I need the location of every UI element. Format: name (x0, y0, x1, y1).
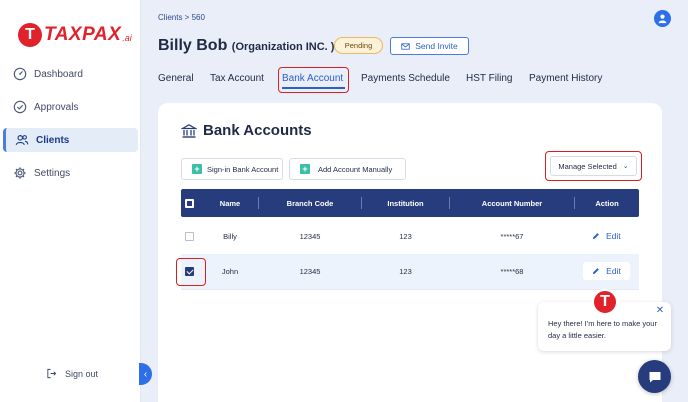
cell-name: John (221, 267, 239, 276)
cell-institution: 123 (399, 267, 412, 276)
manage-selected-label: Manage Selected (558, 161, 617, 171)
select-all-checkbox[interactable] (185, 199, 194, 208)
column-header-branch-code: Branch Code (286, 198, 334, 208)
status-badge: Pending (334, 37, 383, 54)
plus-icon: + (300, 164, 310, 174)
dashboard-gauge-icon (13, 67, 27, 81)
cell-account-number: *****67 (500, 232, 524, 241)
column-header-institution: Institution (387, 198, 424, 208)
sign-out-icon (47, 368, 57, 379)
sign-out-label: Sign out (65, 368, 99, 379)
breadcrumb[interactable]: Clients > 560 (158, 13, 205, 22)
edit-button[interactable]: Edit (583, 262, 630, 280)
sidebar-item-label: Settings (34, 167, 71, 179)
sidebar-item-settings[interactable]: Settings (3, 161, 138, 185)
client-name: Billy Bob (158, 37, 228, 54)
plus-icon: + (192, 164, 202, 174)
logo-text: TAXPAX (44, 24, 122, 45)
sign-in-bank-account-button[interactable]: + Sign-in Bank Account (181, 158, 283, 180)
user-avatar-button[interactable] (654, 10, 671, 27)
tab-tax-account[interactable]: Tax Account (210, 72, 264, 86)
users-icon (15, 135, 29, 145)
edit-button[interactable]: Edit (592, 231, 621, 241)
sidebar-item-label: Approvals (34, 101, 79, 113)
edit-label: Edit (606, 231, 621, 241)
organization-name: (Organization INC. ) (231, 41, 335, 53)
section-title: Bank Accounts (181, 122, 312, 139)
cell-branch-code: 12345 (299, 232, 321, 241)
taxpax-logo[interactable]: T TAXPAX .ai (18, 23, 132, 47)
user-icon (658, 14, 667, 24)
send-invite-label: Send Invite (415, 41, 458, 51)
column-header-action: Action (595, 198, 619, 208)
row-checkbox[interactable] (185, 232, 194, 241)
checkbox-highlight-annotation (176, 258, 206, 286)
envelope-icon (401, 42, 410, 50)
chat-avatar: T (592, 289, 618, 315)
chat-message: Hey there! I'm here to make your day a l… (548, 319, 657, 340)
bank-icon (181, 123, 197, 138)
chat-icon (649, 371, 660, 382)
page-title: Billy Bob (Organization INC. ) (158, 37, 334, 55)
section-title-text: Bank Accounts (203, 122, 312, 139)
chevron-left-icon: ‹ (143, 368, 148, 380)
row-divider (181, 289, 639, 290)
sign-out-button[interactable]: Sign out (46, 368, 98, 379)
pencil-icon (593, 268, 600, 274)
add-account-manually-label: Add Account Manually (318, 164, 393, 174)
sidebar-collapse-button[interactable]: ‹ (139, 363, 152, 385)
sidebar-nav: Dashboard Approvals Clients Settings (0, 62, 141, 194)
table-row: John 12345 123 *****68 (181, 254, 639, 289)
tab-general[interactable]: General (158, 72, 194, 86)
sidebar-item-label: Dashboard (34, 68, 83, 80)
table-header: Name Branch Code Institution Account Num… (181, 189, 639, 217)
tab-payments-schedule[interactable]: Payments Schedule (361, 72, 450, 86)
cell-name: Billy (223, 232, 237, 241)
chat-launcher-button[interactable] (638, 360, 671, 393)
tab-hst-filing[interactable]: HST Filing (466, 72, 513, 86)
cell-branch-code: 12345 (299, 267, 321, 276)
sign-in-bank-account-label: Sign-in Bank Account (207, 164, 279, 174)
table-row: Billy 12345 123 *****67 (181, 219, 639, 254)
sidebar: T TAXPAX .ai Dashboard Approvals Clients… (0, 0, 141, 402)
gear-icon (14, 167, 26, 179)
manage-selected-dropdown[interactable]: Manage Selected ⌄ (550, 156, 637, 176)
cell-institution: 123 (399, 232, 412, 241)
chevron-down-icon: ⌄ (622, 163, 629, 170)
sidebar-item-approvals[interactable]: Approvals (3, 95, 138, 119)
logo-mark: T (18, 23, 42, 47)
sidebar-item-dashboard[interactable]: Dashboard (3, 62, 138, 86)
check-circle-icon (13, 100, 27, 114)
add-account-manually-button[interactable]: + Add Account Manually (289, 158, 406, 180)
send-invite-button[interactable]: Send Invite (390, 37, 469, 55)
pencil-icon (593, 233, 599, 239)
tab-payment-history[interactable]: Payment History (529, 72, 602, 86)
column-header-account-number: Account Number (481, 198, 543, 208)
tab-highlight-annotation (278, 67, 349, 93)
logo-suffix: .ai (122, 33, 132, 43)
sidebar-item-label: Clients (36, 134, 70, 146)
column-header-name: Name (219, 198, 241, 208)
sidebar-item-clients[interactable]: Clients (3, 128, 138, 152)
edit-label: Edit (606, 266, 621, 276)
close-icon[interactable]: ✕ (655, 306, 665, 316)
cell-account-number: *****68 (500, 267, 524, 276)
